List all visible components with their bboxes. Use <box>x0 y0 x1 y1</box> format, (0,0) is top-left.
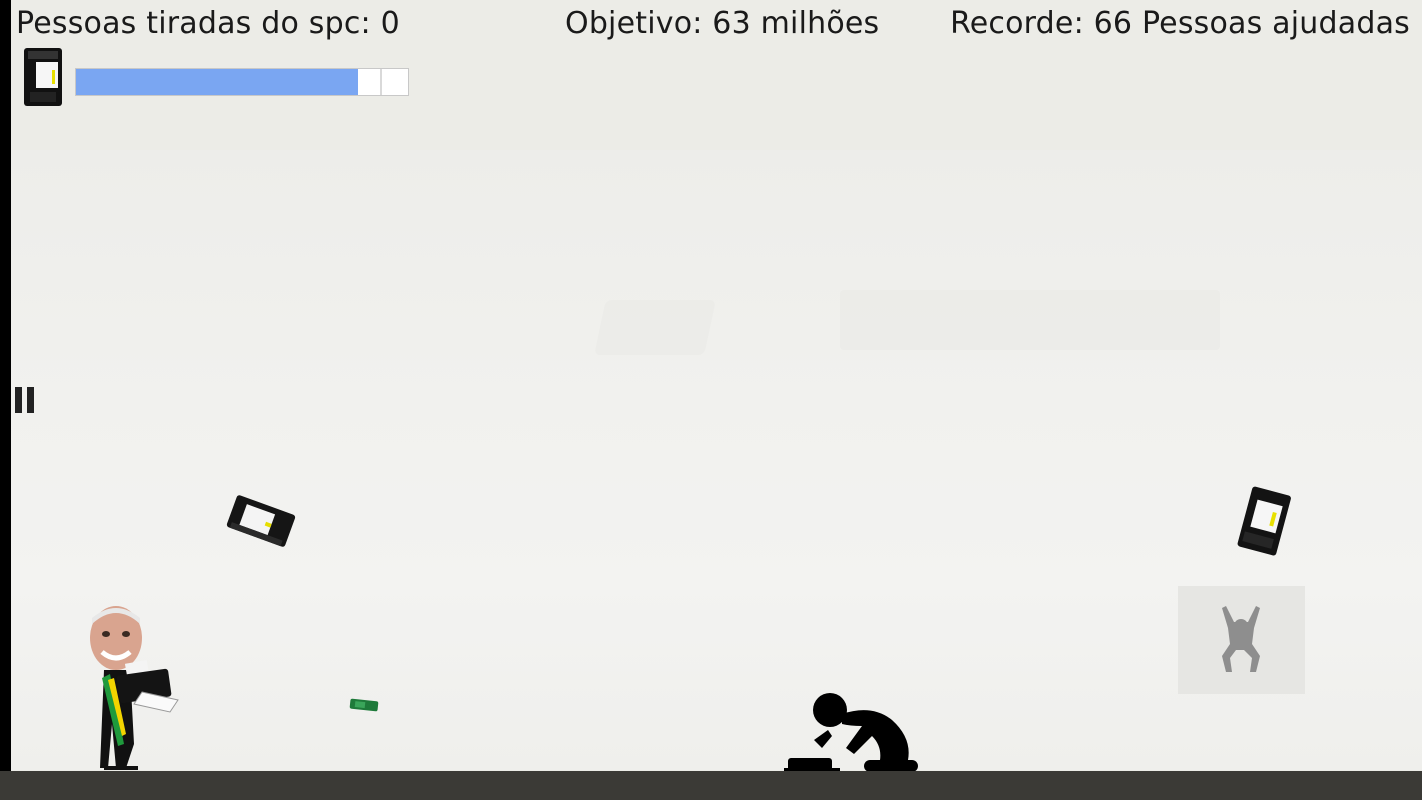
jump-button[interactable] <box>1178 586 1305 694</box>
screen-edge <box>0 0 11 800</box>
pause-icon-bar <box>27 387 34 413</box>
background-hill <box>594 300 716 355</box>
record-label: Recorde: 66 Pessoas ajudadas <box>950 6 1410 41</box>
objective-label: Objetivo: 63 milhões <box>565 6 880 41</box>
ammo-bar-divider <box>380 69 382 95</box>
pause-button[interactable] <box>13 387 37 415</box>
game-screen[interactable]: Pessoas tiradas do spc: 0 Objetivo: 63 m… <box>0 0 1422 800</box>
jumping-person-icon <box>1222 606 1260 672</box>
background-hill <box>840 290 1220 350</box>
ammo-bar-fill <box>76 69 359 95</box>
player-character <box>90 606 179 770</box>
ammo-bar <box>75 68 409 96</box>
ground <box>0 771 1422 800</box>
score-label: Pessoas tiradas do spc: 0 <box>16 6 400 41</box>
flying-printer <box>226 495 296 547</box>
money-bill <box>349 698 379 712</box>
kneeling-person <box>784 693 918 774</box>
printer-icon <box>24 48 62 106</box>
pause-icon <box>15 387 22 413</box>
flying-printer <box>1237 486 1291 556</box>
